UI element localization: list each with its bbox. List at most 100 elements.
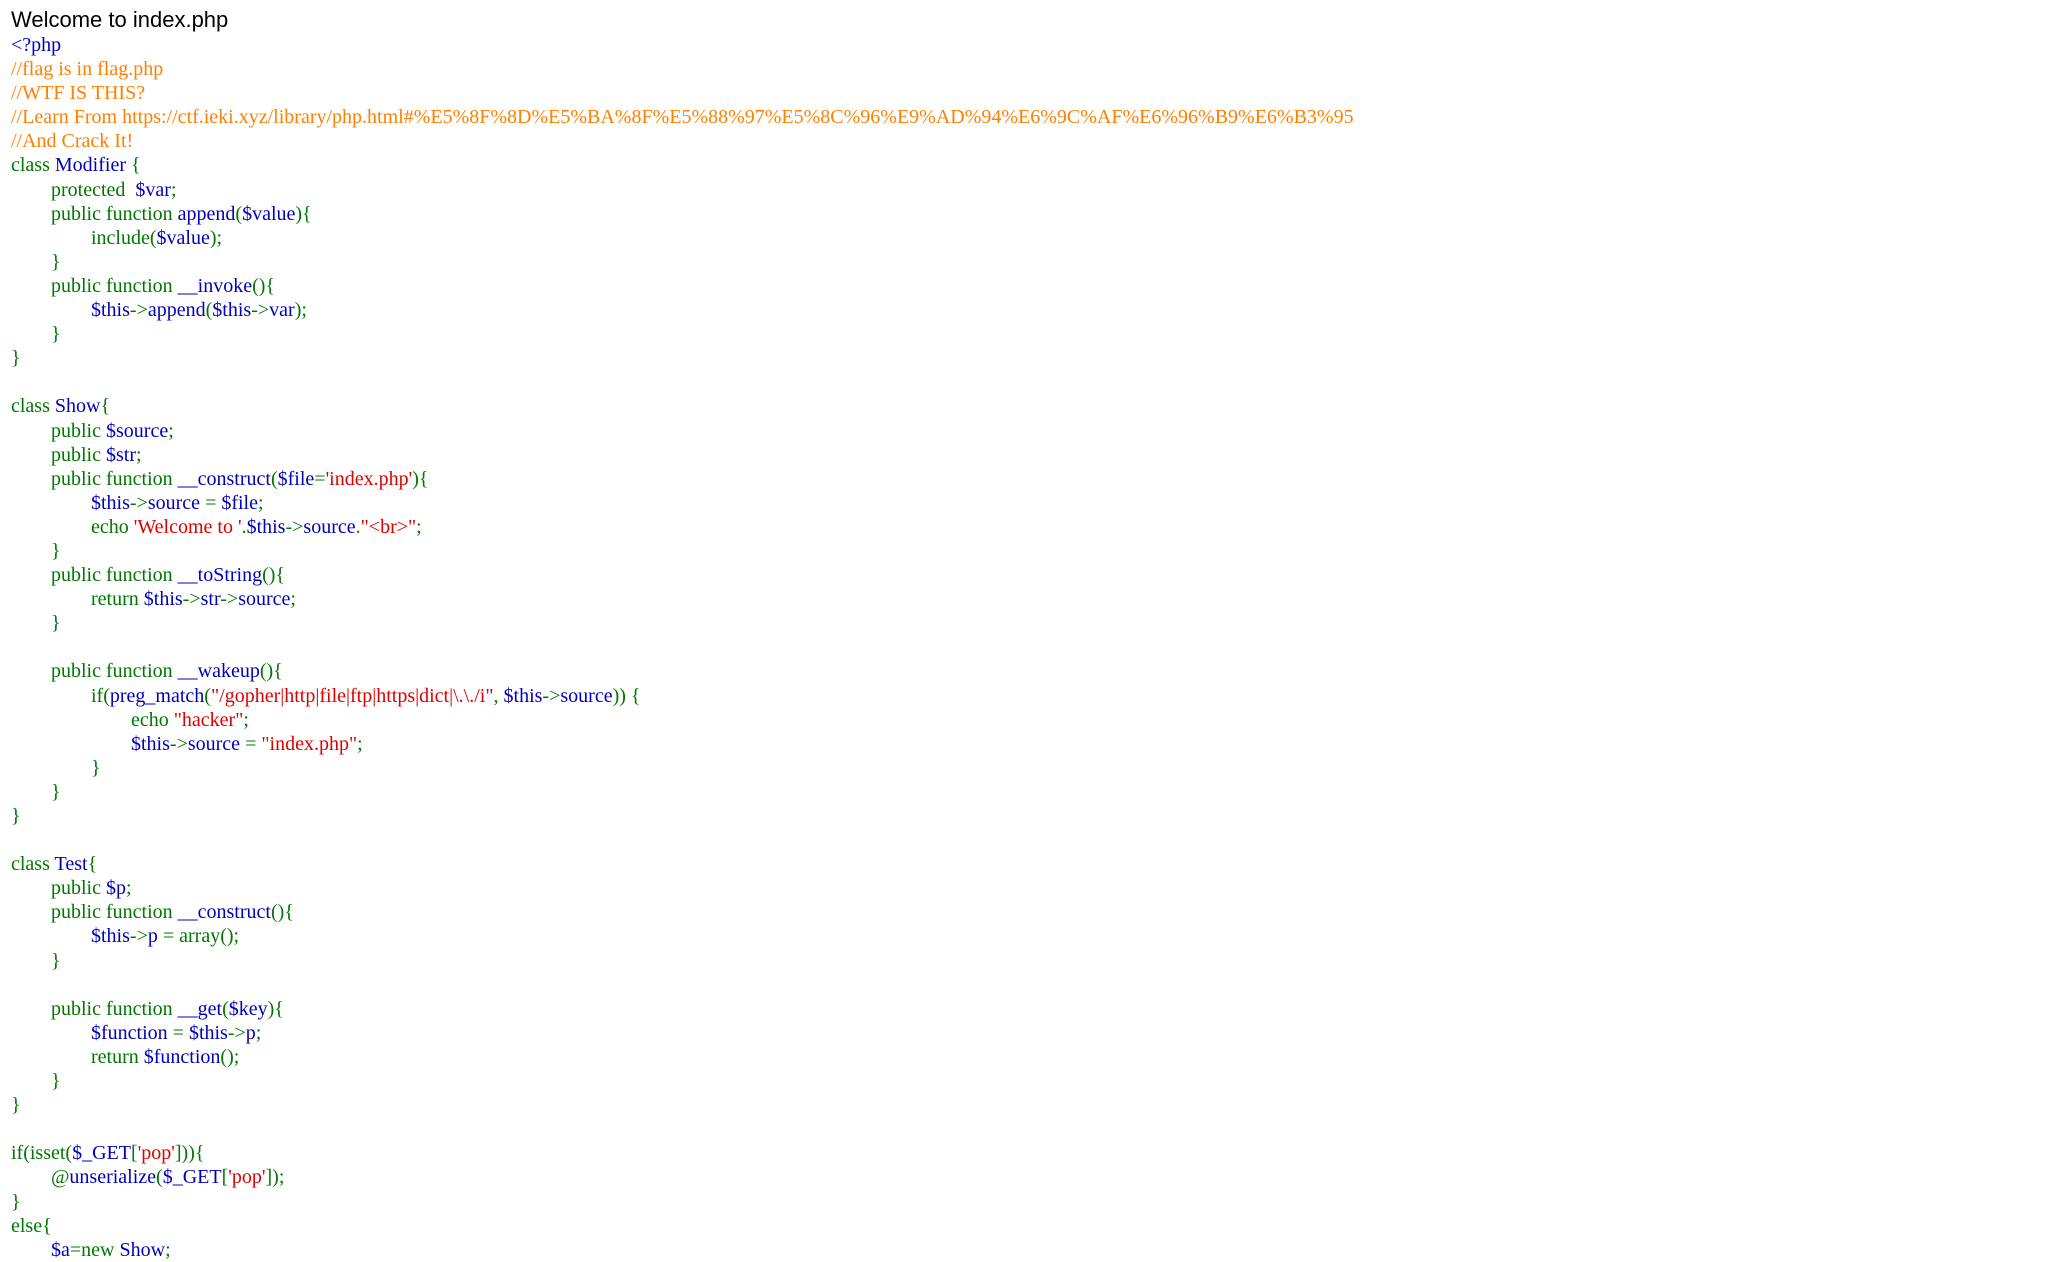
code-token-keyword: ; — [170, 178, 177, 201]
code-token-default: __toString — [177, 564, 263, 587]
code-token-keyword: } — [11, 1094, 21, 1117]
code-token-keyword: class — [11, 395, 55, 418]
code-token-string: 'Welcome to ' — [133, 515, 242, 538]
code-token-keyword: public — [11, 443, 106, 466]
welcome-message: Welcome to index.php — [11, 7, 229, 32]
code-token-keyword: = — [205, 491, 222, 514]
code-token-keyword: ]); — [265, 1166, 285, 1189]
code-line: } — [11, 1093, 1354, 1117]
code-line: protected $var; — [11, 178, 1354, 202]
code-token-keyword: = — [245, 732, 262, 755]
code-token-keyword: else{ — [11, 1214, 52, 1237]
code-token-keyword: ; — [168, 419, 174, 442]
code-line: } — [11, 322, 1354, 346]
code-line: $this->append($this->var); — [11, 298, 1354, 322]
code-token-keyword: ; — [416, 515, 422, 538]
code-token-keyword: } — [11, 612, 61, 635]
code-token-string: 'index.php' — [325, 467, 413, 490]
code-line: class Show{ — [11, 394, 1354, 418]
code-token-default: $function — [143, 1045, 221, 1068]
code-token-default: $file — [221, 491, 258, 514]
code-line: public $p; — [11, 876, 1354, 900]
code-token-keyword: } — [11, 347, 21, 370]
code-token-keyword: public function — [11, 467, 178, 490]
code-token-default: preg_match — [109, 684, 205, 707]
code-token-keyword: { — [130, 154, 141, 177]
code-line: echo "hacker"; — [11, 708, 1354, 732]
code-token-default: $this — [91, 925, 130, 948]
code-token-keyword: ; — [258, 491, 264, 514]
code-token-keyword: } — [11, 780, 61, 803]
code-token-keyword: include( — [11, 226, 157, 249]
code-token-keyword: public function — [11, 901, 178, 924]
code-line: } — [11, 1190, 1354, 1214]
code-line: class Modifier { — [11, 153, 1354, 177]
code-token-keyword: public — [11, 877, 106, 900]
code-token-keyword: (){ — [262, 564, 286, 587]
code-token-default: __wakeup — [177, 660, 260, 683]
code-line: //Learn From https://ctf.ieki.xyz/librar… — [11, 105, 1354, 129]
code-token-keyword: public function — [11, 660, 178, 683]
code-line: public function __toString(){ — [11, 563, 1354, 587]
code-token-keyword: = — [314, 467, 326, 490]
code-token-default: $this — [503, 684, 543, 707]
code-token-keyword: { — [87, 853, 98, 876]
code-token-default: $p — [106, 877, 126, 900]
code-token-default: $this — [143, 588, 183, 611]
code-token-default: $a — [51, 1238, 70, 1261]
code-token-keyword: echo — [11, 708, 174, 731]
code-token-default: <?php — [11, 34, 62, 56]
code-token-keyword: if( — [11, 684, 110, 707]
code-token-default: p — [245, 1021, 256, 1044]
code-token-keyword: ){ — [295, 202, 312, 225]
code-token-keyword: -> — [220, 588, 239, 611]
code-token-keyword — [11, 299, 91, 321]
code-token-keyword: } — [11, 323, 61, 346]
code-token-keyword: ; — [136, 443, 142, 466]
code-token-keyword: -> — [169, 732, 188, 755]
code-token-keyword: ; — [165, 1238, 171, 1261]
code-line: $this->p = array(); — [11, 924, 1354, 948]
code-line: public function __wakeup(){ — [11, 659, 1354, 683]
code-token-default: __construct — [177, 467, 271, 490]
code-token-keyword: ); — [209, 226, 223, 249]
code-token-default: $this — [131, 732, 170, 755]
code-token-comment: //Learn From https://ctf.ieki.xyz/librar… — [11, 106, 1354, 129]
code-line: if(preg_match("/gopher|http|file|ftp|htt… — [11, 684, 1354, 708]
code-token-keyword: ; — [243, 708, 249, 731]
code-token-keyword — [11, 492, 91, 514]
code-token-keyword: { — [100, 395, 111, 418]
code-token-default: $_GET — [162, 1166, 222, 1189]
code-token-keyword: public — [11, 419, 106, 442]
code-line: public function __construct($file='index… — [11, 467, 1354, 491]
code-token-keyword: -> — [182, 588, 201, 611]
code-token-keyword: public function — [11, 997, 178, 1020]
code-line: <?php — [11, 33, 1354, 57]
code-token-default: source — [303, 515, 356, 538]
code-token-default: Show — [54, 395, 101, 418]
code-token-keyword: ( — [270, 467, 278, 490]
code-line: return $this->str->source; — [11, 587, 1354, 611]
code-token-keyword: ( — [204, 684, 211, 707]
code-token-default: $source — [106, 419, 169, 442]
code-token-default: var — [269, 299, 295, 322]
code-token-default: source — [560, 684, 613, 707]
code-token-string: "<br>" — [360, 515, 417, 538]
code-token-default: source — [238, 588, 291, 611]
php-source-code: <?php//flag is in flag.php//WTF IS THIS?… — [11, 33, 1354, 1262]
code-line: public $str; — [11, 443, 1354, 467]
code-token-default: __construct — [177, 901, 271, 924]
code-token-default: source — [187, 732, 246, 755]
code-token-comment: //flag is in flag.php — [11, 58, 164, 81]
code-token-default: $this — [188, 1021, 228, 1044]
code-token-keyword: public function — [11, 564, 178, 587]
code-line: class Test{ — [11, 852, 1354, 876]
code-token-default: $this — [91, 299, 130, 322]
code-line: } — [11, 780, 1354, 804]
code-line: public $source; — [11, 419, 1354, 443]
code-line: return $function(); — [11, 1045, 1354, 1069]
